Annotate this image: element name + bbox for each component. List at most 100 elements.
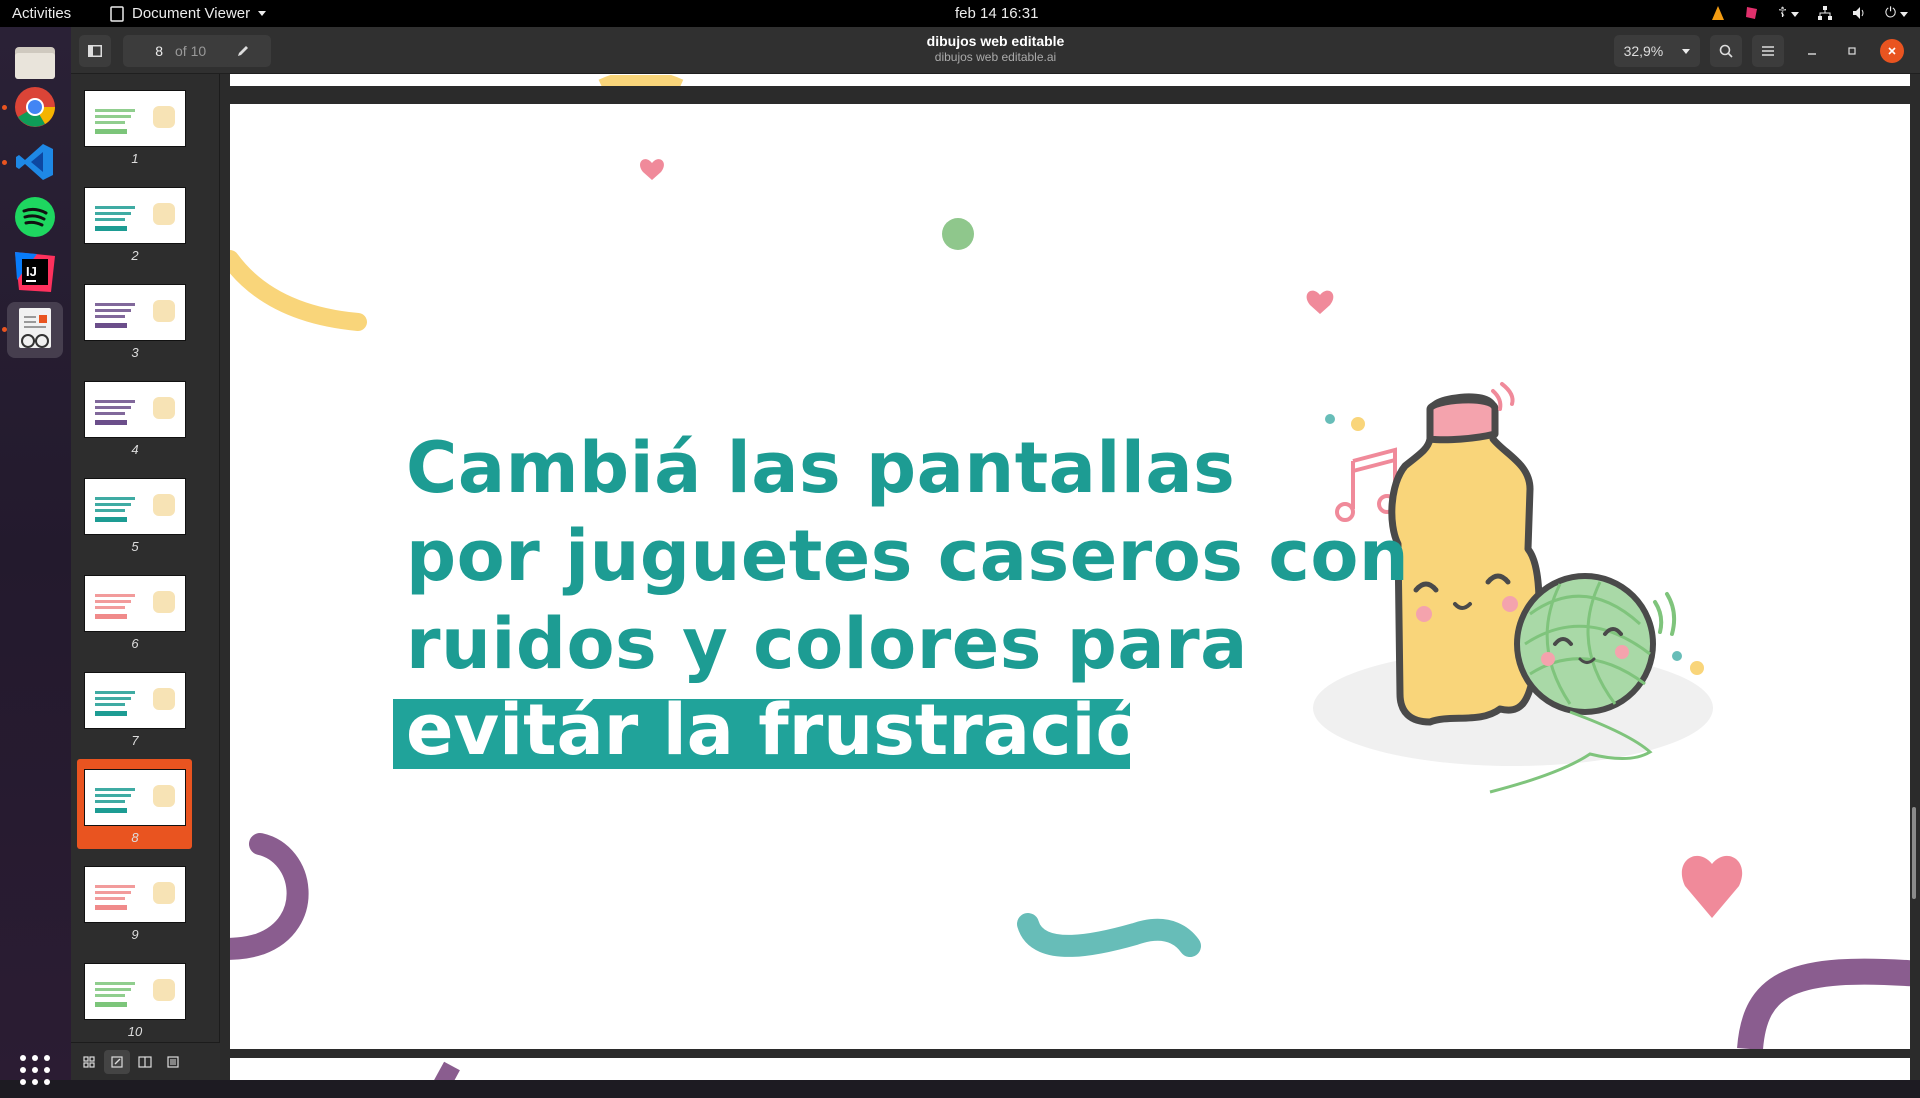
previous-page — [230, 74, 1910, 86]
system-tray[interactable]: ☦ ⏻ — [1710, 4, 1908, 21]
thumbnail-illustration — [153, 203, 175, 225]
show-apps-icon[interactable] — [7, 1042, 63, 1098]
page-thumbnail[interactable] — [84, 672, 186, 729]
minimize-icon — [1808, 53, 1816, 55]
app-menu[interactable]: Document Viewer — [110, 5, 267, 22]
thumbnail-text-line — [95, 121, 125, 124]
document-viewer-dock-icon[interactable] — [7, 302, 63, 358]
activities-button[interactable]: Activities — [12, 5, 71, 22]
thumbnail-text-line — [95, 606, 125, 609]
thumbnail-text-line — [95, 994, 125, 997]
thumbnail-page-number: 5 — [131, 539, 139, 554]
thumbnail-text-line — [95, 412, 125, 415]
headline-line-2: por juguetes caseros con — [406, 515, 1410, 597]
layers-view-button[interactable] — [160, 1050, 186, 1074]
slide-headline: Cambiá las pantallas por juguetes casero… — [406, 424, 1409, 688]
spotify-icon[interactable] — [7, 189, 63, 245]
restore-icon — [1848, 47, 1856, 55]
edit-icon — [111, 1056, 123, 1068]
page-thumbnail[interactable] — [84, 381, 186, 438]
bookmarks-view-button[interactable] — [132, 1050, 158, 1074]
chevron-down-icon — [1682, 48, 1691, 54]
sidebar-toggle-button[interactable] — [79, 35, 111, 67]
zoom-select[interactable]: 32,9% — [1614, 35, 1700, 67]
page-thumbnail[interactable] — [84, 187, 186, 244]
page-thumbnail[interactable] — [84, 769, 186, 826]
zoom-level: 32,9% — [1623, 43, 1664, 59]
thumbnail-highlight-bar — [95, 808, 127, 813]
thumbnail-text-line — [95, 218, 125, 221]
thumbnail-text-line — [95, 885, 135, 888]
thumbnail-highlight-bar — [95, 517, 127, 522]
thumbnails-view-button[interactable] — [76, 1050, 102, 1074]
clock[interactable]: feb 14 16:31 — [955, 5, 1038, 22]
thumbnail-text-line — [95, 497, 135, 500]
vlc-icon[interactable] — [1710, 5, 1726, 21]
sidebar-icon — [88, 45, 102, 57]
current-page[interactable]: 8 — [123, 43, 163, 59]
thumbnail-text-line — [95, 315, 125, 318]
annotate-button[interactable] — [227, 35, 259, 67]
network-icon[interactable] — [1817, 5, 1833, 21]
page-thumbnail[interactable] — [84, 963, 186, 1020]
thumbnail-highlight-bar — [95, 226, 127, 231]
app-menu-label: Document Viewer — [132, 5, 251, 22]
thumbnail-text-line — [95, 697, 131, 700]
thumbnail-text-line — [95, 206, 135, 209]
thumbnail-text-line — [95, 109, 135, 112]
thumbnail-page-number: 3 — [131, 345, 139, 360]
thumbnail-highlight-bar — [95, 323, 127, 328]
page-total: of 10 — [175, 43, 207, 59]
thumbnail-illustration — [153, 494, 175, 516]
page-thumbnail[interactable] — [84, 284, 186, 341]
headline-line-3: ruidos y colores para — [406, 603, 1248, 685]
thumbnail-illustration — [153, 591, 175, 613]
thumbnail-illustration — [153, 300, 175, 322]
search-button[interactable] — [1710, 35, 1742, 67]
thumbnail-text-line — [95, 594, 135, 597]
bottle-illustration — [1388, 382, 1543, 726]
thumbnail-highlight-bar — [95, 711, 127, 716]
maximize-button[interactable] — [1840, 39, 1864, 63]
page-thumbnail[interactable] — [84, 90, 186, 147]
thumbnail-text-line — [95, 788, 135, 791]
thumbnail-sidebar: 1 2 3 4 5 6 7 8 9 10 — [71, 74, 220, 1080]
current-page-slide: Cambiá las pantallas por juguetes casero… — [230, 104, 1910, 1049]
thumbnail-text-line — [95, 703, 125, 706]
book-icon — [138, 1056, 152, 1068]
accessibility-icon[interactable]: ☦ — [1778, 4, 1800, 21]
thumbnail-highlight-bar — [95, 614, 127, 619]
intellij-icon[interactable]: IJ — [7, 244, 63, 300]
thumbnail-text-line — [95, 691, 135, 694]
volume-icon[interactable] — [1851, 5, 1867, 21]
power-icon[interactable]: ⏻ — [1885, 4, 1908, 21]
thumbnail-page-number: 6 — [131, 636, 139, 651]
minimize-button[interactable] — [1800, 39, 1824, 63]
thumbnail-text-line — [95, 897, 125, 900]
thumbnail-text-line — [95, 891, 131, 894]
page-thumbnail[interactable] — [84, 575, 186, 632]
thumbnail-page-number: 8 — [131, 830, 139, 845]
thumbnail-page-number: 10 — [127, 1024, 143, 1039]
close-button[interactable] — [1880, 39, 1904, 63]
page-thumbnail[interactable] — [84, 478, 186, 535]
thumbnail-page-number: 2 — [131, 248, 139, 263]
app-indicator-icon[interactable] — [1744, 5, 1760, 21]
vertical-scrollbar[interactable] — [1912, 807, 1916, 899]
document-view[interactable]: Cambiá las pantallas por juguetes casero… — [220, 74, 1920, 1080]
thumbnail-illustration — [153, 397, 175, 419]
thumbnail-page-number: 4 — [131, 442, 139, 457]
annotations-view-button[interactable] — [104, 1050, 130, 1074]
vscode-icon[interactable] — [7, 134, 63, 190]
thumbnail-text-line — [95, 794, 131, 797]
thumbnail-text-line — [95, 212, 131, 215]
chrome-icon[interactable] — [7, 79, 63, 135]
document-viewer-icon — [110, 5, 124, 22]
page-thumbnail[interactable] — [84, 866, 186, 923]
top-bar: Activities Document Viewer feb 14 16:31 … — [0, 0, 1920, 27]
main-menu-button[interactable] — [1752, 35, 1784, 67]
close-icon — [1888, 47, 1896, 55]
next-page — [230, 1058, 1910, 1080]
sidebar-toolbar — [71, 1042, 220, 1080]
thumbnail-page-number: 7 — [131, 733, 139, 748]
